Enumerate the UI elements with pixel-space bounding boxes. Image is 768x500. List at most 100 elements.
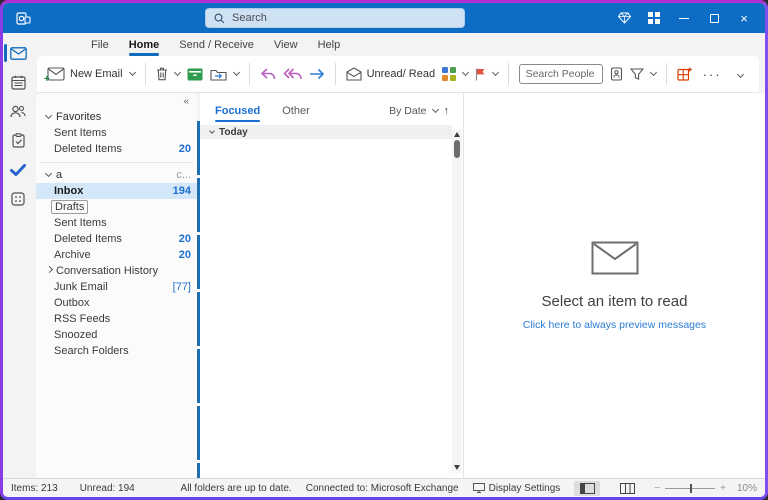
scrollbar-thumb[interactable] <box>454 140 460 158</box>
unread-count: 20 <box>178 249 191 261</box>
titlebar-search[interactable]: Search <box>205 8 465 28</box>
tab-home[interactable]: Home <box>119 36 170 56</box>
favorite-item-sent[interactable]: Sent Items <box>36 125 197 141</box>
tab-other[interactable]: Other <box>282 105 310 117</box>
reply-all-icon <box>282 67 302 79</box>
search-people-input[interactable] <box>518 64 603 84</box>
folder-item-drafts[interactable]: Drafts <box>36 199 197 215</box>
address-book-button[interactable] <box>610 67 623 81</box>
chevron-down-icon <box>128 68 136 77</box>
rail-todo-button[interactable] <box>3 155 33 184</box>
unread-read-label: Unread/ Read <box>366 68 436 80</box>
maximize-icon <box>709 13 719 23</box>
display-settings-button[interactable]: Display Settings <box>472 483 560 494</box>
folder-item-snoozed[interactable]: Snoozed <box>36 327 197 343</box>
flag-icon <box>475 68 485 80</box>
outlook-app-icon <box>15 10 31 26</box>
calendar-icon <box>10 75 26 90</box>
forward-arrow-icon <box>309 68 324 80</box>
folder-item-junk[interactable]: Junk Email [77] <box>36 279 197 295</box>
grid-plus-icon <box>676 67 692 81</box>
more-commands-button[interactable]: ··· <box>703 67 722 82</box>
ribbon-tabs: File Home Send / Receive View Help <box>33 33 765 56</box>
scroll-down-icon[interactable] <box>454 465 460 470</box>
tab-help[interactable]: Help <box>308 36 351 54</box>
tab-view[interactable]: View <box>264 36 308 54</box>
folder-item-inbox[interactable]: Inbox 194 <box>36 183 197 199</box>
divider <box>334 63 336 85</box>
folder-item-search-folders[interactable]: Search Folders <box>36 343 197 359</box>
reply-button[interactable] <box>260 67 276 81</box>
reading-view-icon <box>619 482 635 494</box>
archive-icon <box>187 68 203 80</box>
tab-send-receive[interactable]: Send / Receive <box>169 36 264 54</box>
grid-add-button[interactable] <box>676 67 692 81</box>
zoom-slider[interactable] <box>665 483 716 493</box>
search-placeholder: Search <box>232 12 267 24</box>
unread-count: 20 <box>178 143 191 155</box>
folder-item-deleted[interactable]: Deleted Items 20 <box>36 231 197 247</box>
sort-direction-button[interactable]: ↑ <box>444 105 450 117</box>
chevron-down-icon <box>44 111 53 120</box>
rail-calendar-button[interactable] <box>3 68 33 97</box>
filter-button[interactable] <box>629 68 657 80</box>
account-header[interactable]: a c... <box>36 167 197 183</box>
plus-badge: + <box>44 74 50 85</box>
zoom-slider-thumb[interactable] <box>690 483 693 493</box>
delete-button[interactable] <box>156 67 181 81</box>
chevron-right-icon <box>45 265 54 274</box>
rail-people-button[interactable] <box>3 97 33 126</box>
unread-read-button[interactable]: Unread/ Read <box>346 67 436 81</box>
sort-dropdown[interactable]: By Date <box>389 105 439 117</box>
chevron-down-icon <box>736 70 745 79</box>
collapse-folder-pane-button[interactable]: « <box>183 96 189 109</box>
reply-icon <box>260 67 275 79</box>
collapse-ribbon-button[interactable] <box>736 68 745 80</box>
flag-button[interactable] <box>475 68 499 81</box>
move-folder-icon <box>210 69 227 81</box>
folder-item-rss[interactable]: RSS Feeds <box>36 311 197 327</box>
grid-icon[interactable] <box>639 3 669 33</box>
items-count: Items: 213 <box>11 482 58 494</box>
zoom-out-button[interactable]: − <box>654 483 660 494</box>
archive-button[interactable] <box>187 68 203 81</box>
titlebar: Search × <box>3 3 765 33</box>
reading-pane: Select an item to read Click here to alw… <box>464 93 765 478</box>
folder-item-outbox[interactable]: Outbox <box>36 295 197 311</box>
zoom-in-button[interactable]: + <box>720 483 726 494</box>
normal-view-button[interactable] <box>574 480 601 496</box>
message-list-scrollbar[interactable] <box>452 129 462 473</box>
folder-item-conversation-history[interactable]: Conversation History <box>36 263 197 279</box>
always-preview-link[interactable]: Click here to always preview messages <box>523 319 706 331</box>
favorites-header[interactable]: Favorites <box>36 109 197 125</box>
people-icon <box>10 105 26 118</box>
scroll-up-icon[interactable] <box>454 132 460 137</box>
empty-state-title: Select an item to read <box>541 293 688 310</box>
new-email-button[interactable]: + New Email <box>44 67 136 85</box>
categorize-button[interactable] <box>442 67 469 81</box>
divider <box>248 63 250 85</box>
rail-tasks-button[interactable] <box>3 126 33 155</box>
rail-mail-button[interactable] <box>3 39 33 68</box>
connection-status: Connected to: Microsoft Exchange <box>305 482 459 494</box>
reading-view-button[interactable] <box>614 481 640 496</box>
tab-file[interactable]: File <box>81 36 119 54</box>
tab-focused[interactable]: Focused <box>215 105 261 122</box>
move-to-button[interactable] <box>210 68 240 81</box>
reply-all-button[interactable] <box>282 67 302 81</box>
folder-item-archive[interactable]: Archive 20 <box>36 247 197 263</box>
group-header-today[interactable]: Today <box>200 125 452 139</box>
close-button[interactable]: × <box>729 3 759 33</box>
gem-icon[interactable] <box>609 3 639 33</box>
rail-more-apps-button[interactable] <box>3 184 33 213</box>
maximize-button[interactable] <box>699 3 729 33</box>
search-icon <box>214 12 225 24</box>
envelope-icon <box>591 241 638 275</box>
filter-funnel-icon <box>629 68 644 80</box>
divider <box>665 63 667 85</box>
favorite-item-deleted[interactable]: Deleted Items 20 <box>36 141 197 157</box>
app-rail <box>3 33 33 478</box>
forward-button[interactable] <box>309 68 325 80</box>
minimize-button[interactable] <box>669 3 699 33</box>
folder-item-sent[interactable]: Sent Items <box>36 215 197 231</box>
